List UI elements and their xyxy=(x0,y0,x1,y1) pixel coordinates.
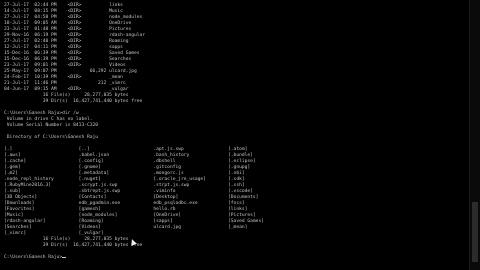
output-line: 39 Dir(s) 16,427,741,440 bytes free xyxy=(4,243,143,248)
terminal-window[interactable]: 27-Jul-17 02:44 PM <DIR> links 14-Jul-17… xyxy=(0,0,480,270)
command-prompt[interactable]: C:\Users\Ganesh Raju> xyxy=(4,255,67,261)
output-line: Volume Serial Number is 8413-C320 xyxy=(4,123,99,128)
output-line: Directory of C:\Users\Ganesh Raju xyxy=(4,135,99,140)
text-cursor xyxy=(62,257,67,258)
output-line: 39 Dir(s) 16,427,741,440 bytes free xyxy=(4,99,143,104)
vertical-scrollbar[interactable] xyxy=(469,0,480,270)
prompt-text: C:\Users\Ganesh Raju> xyxy=(4,255,63,260)
scrollbar-thumb[interactable] xyxy=(472,202,478,262)
